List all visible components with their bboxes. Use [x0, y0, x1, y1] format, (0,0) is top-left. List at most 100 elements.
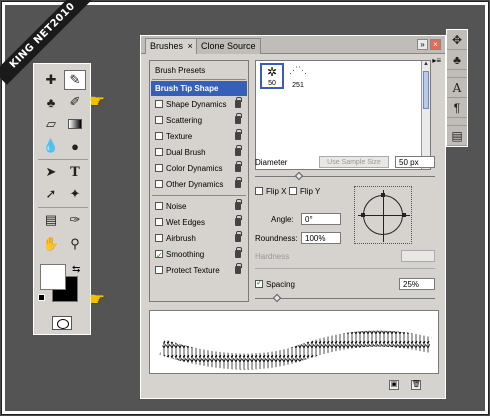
- spacing-slider-knob[interactable]: [272, 293, 282, 303]
- path-selection-tool-icon[interactable]: ➤: [40, 162, 62, 182]
- lock-icon[interactable]: [235, 231, 242, 242]
- brush-thumbnail[interactable]: ⋰⋱ 251: [286, 63, 310, 89]
- lock-icon[interactable]: [235, 247, 242, 258]
- panel-dock: ✥ ♣ A ¶ ▤: [446, 29, 468, 147]
- swap-colors-icon[interactable]: ⇆: [72, 264, 80, 275]
- new-brush-icon[interactable]: ▣: [389, 380, 399, 390]
- option-shape-dynamics[interactable]: Shape Dynamics: [151, 97, 247, 112]
- angle-label: Angle:: [271, 215, 294, 224]
- collapse-panel-icon[interactable]: »: [417, 39, 428, 50]
- scroll-up-icon[interactable]: ▲: [422, 61, 430, 70]
- brush-tool-icon[interactable]: ✎: [64, 70, 86, 90]
- clone-source-dock-icon[interactable]: ♣: [447, 50, 467, 70]
- lock-icon[interactable]: [235, 161, 242, 172]
- eyedropper-tool-icon[interactable]: ✑: [64, 210, 86, 230]
- spacing-control[interactable]: Spacing: [255, 278, 295, 289]
- option-checkbox[interactable]: [155, 218, 163, 226]
- option-checkbox[interactable]: [155, 266, 163, 274]
- close-panel-icon[interactable]: ×: [430, 39, 441, 50]
- tab-clone-source[interactable]: Clone Source: [196, 38, 261, 54]
- trash-icon[interactable]: 🗑: [411, 380, 421, 390]
- option-checkbox[interactable]: [155, 164, 163, 172]
- lock-icon[interactable]: [235, 145, 242, 156]
- option-color-dynamics[interactable]: Color Dynamics: [151, 161, 247, 176]
- angle-roundness-widget[interactable]: [354, 186, 412, 244]
- notes-tool-icon[interactable]: ▤: [40, 210, 62, 230]
- option-checkbox[interactable]: [155, 116, 163, 124]
- scroll-thumb[interactable]: [423, 71, 429, 109]
- spacing-input[interactable]: 25%: [399, 278, 435, 290]
- angle-input[interactable]: 0°: [301, 213, 341, 225]
- direct-selection-tool-icon[interactable]: ➚: [40, 184, 62, 204]
- paragraph-dock-icon[interactable]: ¶: [447, 98, 467, 118]
- foreground-color-swatch[interactable]: [40, 264, 66, 290]
- history-brush-tool-icon[interactable]: ✐: [64, 92, 86, 112]
- tab-close-icon[interactable]: ×: [188, 41, 193, 51]
- option-noise[interactable]: Noise: [151, 199, 247, 214]
- flip-x-checkbox[interactable]: [255, 187, 263, 195]
- option-checkbox[interactable]: [155, 202, 163, 210]
- option-protect-texture[interactable]: Protect Texture: [151, 263, 247, 278]
- spacing-slider[interactable]: [255, 298, 435, 299]
- diameter-slider-knob[interactable]: [294, 171, 304, 181]
- flip-y-control[interactable]: Flip Y: [289, 187, 320, 196]
- grass-brush-icon: ✲: [266, 65, 278, 79]
- blur-tool-icon[interactable]: 💧: [40, 136, 62, 156]
- tools-divider: [38, 159, 88, 160]
- flip-x-control[interactable]: Flip X: [255, 187, 286, 196]
- eraser-tool-icon[interactable]: ▱: [40, 114, 62, 134]
- hardness-input[interactable]: [401, 250, 435, 262]
- brush-stroke-preview: [149, 310, 439, 374]
- option-wet-edges[interactable]: Wet Edges: [151, 215, 247, 230]
- spacing-checkbox[interactable]: [255, 278, 263, 288]
- brushes-dock-icon[interactable]: ✥: [447, 30, 467, 50]
- brush-presets-item[interactable]: Brush Presets: [151, 63, 247, 78]
- custom-shape-tool-icon[interactable]: ✦: [64, 184, 86, 204]
- option-brush-tip-shape[interactable]: Brush Tip Shape: [151, 81, 247, 96]
- quick-mask-icon[interactable]: [52, 316, 72, 330]
- lock-icon[interactable]: [235, 177, 242, 188]
- lock-icon[interactable]: [235, 199, 242, 210]
- option-checkbox[interactable]: [155, 132, 163, 140]
- panel-menu-icon[interactable]: ▸≡: [432, 56, 441, 65]
- option-checkbox[interactable]: [155, 148, 163, 156]
- option-airbrush[interactable]: Airbrush: [151, 231, 247, 246]
- lock-icon[interactable]: [235, 113, 242, 124]
- diameter-label: Diameter: [255, 158, 288, 167]
- option-scattering[interactable]: Scattering: [151, 113, 247, 128]
- option-smoothing[interactable]: Smoothing: [151, 247, 247, 263]
- use-sample-size-button[interactable]: Use Sample Size: [319, 156, 389, 168]
- tools-divider: [38, 207, 88, 208]
- thumbnails-scrollbar[interactable]: ▲ ▼: [421, 61, 430, 169]
- lock-icon[interactable]: [235, 215, 242, 226]
- roundness-input[interactable]: 100%: [301, 232, 341, 244]
- option-checkbox[interactable]: [155, 248, 163, 263]
- hand-tool-icon[interactable]: ✋: [40, 234, 62, 254]
- default-colors-icon[interactable]: [38, 294, 45, 301]
- zoom-tool-icon[interactable]: ⚲: [64, 234, 86, 254]
- flip-y-checkbox[interactable]: [289, 187, 297, 195]
- lock-icon[interactable]: [235, 129, 242, 140]
- brush-thumbnail[interactable]: ✲ 50: [260, 63, 284, 89]
- type-tool-icon[interactable]: T: [64, 162, 86, 182]
- gradient-tool-icon[interactable]: [64, 114, 86, 134]
- tab-brushes[interactable]: Brushes ×: [145, 38, 198, 54]
- option-dual-brush[interactable]: Dual Brush: [151, 145, 247, 160]
- diameter-slider[interactable]: [255, 176, 435, 177]
- option-checkbox[interactable]: [155, 100, 163, 108]
- option-texture[interactable]: Texture: [151, 129, 247, 144]
- lock-icon[interactable]: [235, 263, 242, 274]
- lock-icon[interactable]: [235, 97, 242, 108]
- clone-stamp-tool-icon[interactable]: ♣: [40, 92, 62, 112]
- option-checkbox[interactable]: [155, 180, 163, 188]
- notes-dock-icon[interactable]: ▤: [447, 126, 467, 146]
- spot-healing-tool-icon[interactable]: ✚: [40, 70, 62, 90]
- character-dock-icon[interactable]: A: [447, 78, 467, 98]
- roundness-label: Roundness:: [255, 234, 298, 243]
- option-other-dynamics[interactable]: Other Dynamics: [151, 177, 247, 192]
- option-checkbox[interactable]: [155, 234, 163, 242]
- dodge-tool-icon[interactable]: ●: [64, 136, 86, 156]
- screenshot-frame: KING NET2010 ✚ ✎ ♣ ✐ ▱ 💧 ● ➤ T ➚ ✦ ▤ ✑ ✋…: [0, 0, 489, 415]
- diameter-input[interactable]: 50 px: [395, 156, 435, 168]
- panel-titlebar: Brushes × Clone Source » ×: [141, 36, 445, 54]
